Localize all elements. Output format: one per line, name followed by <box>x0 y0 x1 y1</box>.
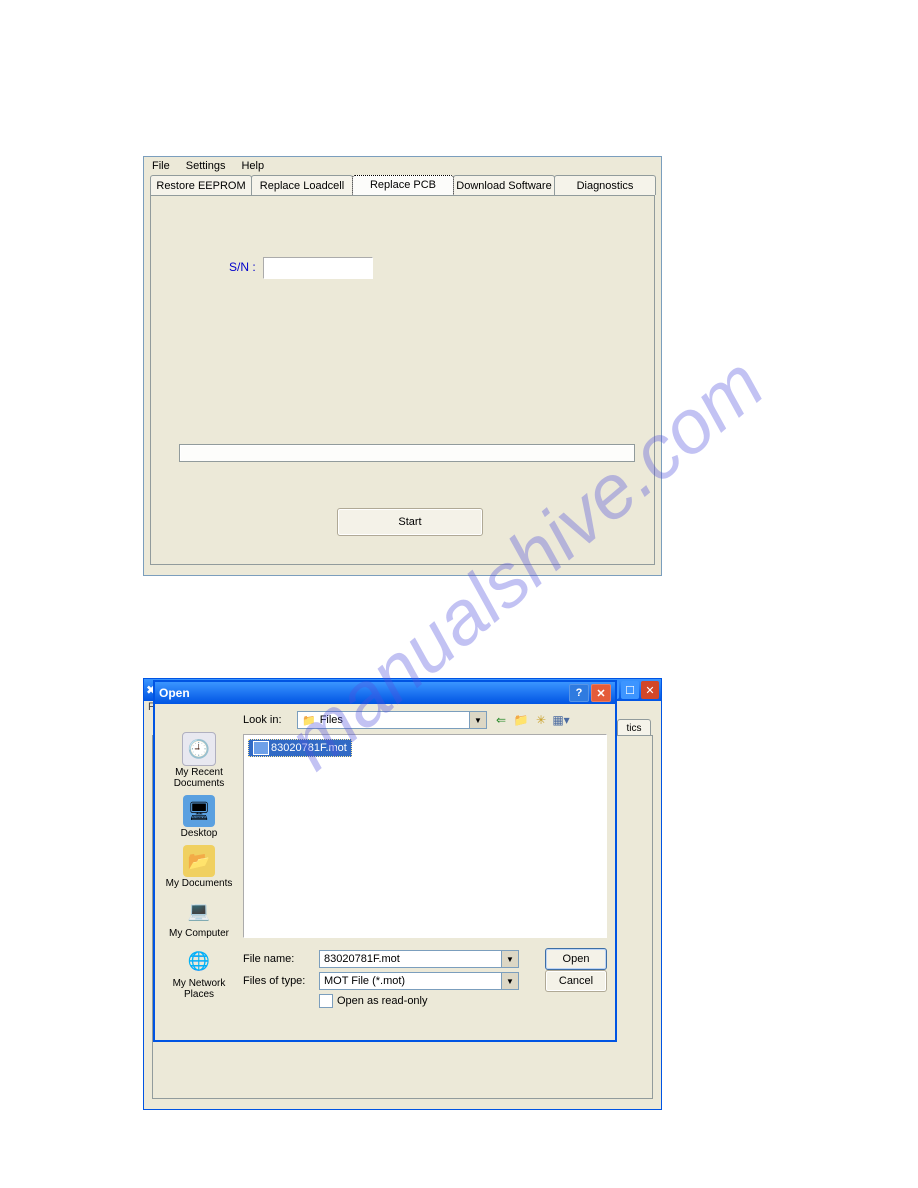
serial-number-label: S/N : <box>229 260 256 274</box>
filetype-value: MOT File (*.mot) <box>324 975 405 987</box>
serial-number-input[interactable] <box>263 257 373 279</box>
maximize-icon[interactable]: ☐ <box>621 681 639 699</box>
dialog-body: Look in: 📁 Files ▼ ⇐ 📁 ✳ ▦▾ 🕘 My Recent … <box>155 704 615 1040</box>
file-item-label: 83020781F.mot <box>271 742 347 754</box>
app-window-replace-pcb: File Settings Help Restore EEPROM Replac… <box>143 156 662 576</box>
file-icon <box>253 741 269 755</box>
folder-icon: 📁 <box>302 714 316 727</box>
dialog-title: Open <box>159 686 190 700</box>
tab-restore-eeprom[interactable]: Restore EEPROM <box>150 175 252 195</box>
tab-row: Restore EEPROM Replace Loadcell Replace … <box>150 175 655 195</box>
place-desktop-label: Desktop <box>181 828 218 839</box>
place-desktop[interactable]: 🖥 Desktop <box>162 795 236 839</box>
look-in-row: Look in: 📁 Files ▼ ⇐ 📁 ✳ ▦▾ <box>243 710 609 730</box>
open-button[interactable]: Open <box>545 948 607 970</box>
place-network-label: My Network Places <box>162 978 236 1000</box>
tab-replace-pcb[interactable]: Replace PCB <box>352 175 454 195</box>
close-icon[interactable]: ✕ <box>641 681 659 699</box>
recent-icon: 🕘 <box>182 732 216 766</box>
filename-combo[interactable]: 83020781F.mot ▼ <box>319 950 519 968</box>
back-icon[interactable]: ⇐ <box>493 712 509 728</box>
file-list[interactable]: 83020781F.mot <box>243 734 607 938</box>
dialog-close-icon[interactable]: ✕ <box>591 684 611 702</box>
filetype-combo[interactable]: MOT File (*.mot) ▼ <box>319 972 519 990</box>
place-mydocs-label: My Documents <box>166 878 233 889</box>
up-folder-icon[interactable]: 📁 <box>513 712 529 728</box>
dialog-bottom: File name: 83020781F.mot ▼ Open Files of… <box>243 948 607 1008</box>
desktop-icon: 🖥 <box>183 795 215 827</box>
filename-label: File name: <box>243 953 313 965</box>
menu-bar: File Settings Help <box>144 157 661 175</box>
help-icon[interactable]: ? <box>569 684 589 702</box>
start-button[interactable]: Start <box>337 508 483 536</box>
progress-bar <box>179 444 635 462</box>
filetype-label: Files of type: <box>243 975 313 987</box>
toolbar-icons: ⇐ 📁 ✳ ▦▾ <box>493 712 569 728</box>
views-icon[interactable]: ▦▾ <box>553 712 569 728</box>
menu-help[interactable]: Help <box>237 159 268 173</box>
menu-file[interactable]: File <box>148 159 174 173</box>
place-mydocs[interactable]: 📂 My Documents <box>162 845 236 889</box>
place-mycomp[interactable]: 💻 My Computer <box>162 895 236 939</box>
place-mycomp-label: My Computer <box>169 928 229 939</box>
readonly-label: Open as read-only <box>337 995 428 1007</box>
tab-download-software[interactable]: Download Software <box>453 175 555 195</box>
chevron-down-icon[interactable]: ▼ <box>501 951 518 967</box>
menu-settings[interactable]: Settings <box>182 159 230 173</box>
chevron-down-icon[interactable]: ▼ <box>501 973 518 989</box>
places-bar: 🕘 My Recent Documents 🖥 Desktop 📂 My Doc… <box>159 732 239 1034</box>
chevron-down-icon[interactable]: ▼ <box>469 712 486 728</box>
new-folder-icon[interactable]: ✳ <box>533 712 549 728</box>
tab-diagnostics[interactable]: Diagnostics <box>554 175 656 195</box>
place-recent[interactable]: 🕘 My Recent Documents <box>162 732 236 789</box>
mycomp-icon: 💻 <box>183 895 215 927</box>
dialog-title-bar: Open ? ✕ <box>155 682 615 704</box>
bg-tab-diagnostics-stub[interactable]: tics <box>617 719 651 736</box>
network-icon: 🌐 <box>183 945 215 977</box>
look-in-value: Files <box>320 714 343 726</box>
tab-content: S/N : Start <box>150 195 655 565</box>
place-recent-label: My Recent Documents <box>162 767 236 789</box>
tab-replace-loadcell[interactable]: Replace Loadcell <box>251 175 353 195</box>
file-item-selected[interactable]: 83020781F.mot <box>248 739 352 757</box>
open-file-dialog: Open ? ✕ Look in: 📁 Files ▼ ⇐ 📁 ✳ ▦▾ 🕘 <box>153 680 617 1042</box>
mydocs-icon: 📂 <box>183 845 215 877</box>
cancel-button[interactable]: Cancel <box>545 970 607 992</box>
look-in-combo[interactable]: 📁 Files ▼ <box>297 711 487 729</box>
readonly-checkbox[interactable] <box>319 994 333 1008</box>
place-network[interactable]: 🌐 My Network Places <box>162 945 236 1000</box>
filename-value: 83020781F.mot <box>324 953 400 965</box>
look-in-label: Look in: <box>243 714 291 726</box>
